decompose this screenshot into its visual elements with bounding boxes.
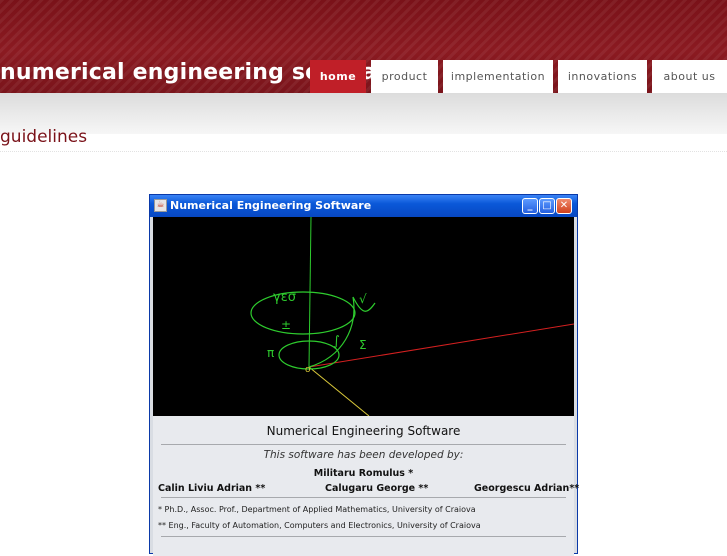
- yellow-axis-line: [308, 366, 370, 416]
- symbol-root: √: [359, 292, 367, 306]
- divider-2: [161, 497, 566, 498]
- window-titlebar: ☕ Numerical Engineering Software _ □ ✕: [150, 195, 577, 217]
- nav-implementation[interactable]: implementation: [443, 60, 553, 93]
- subheader-band: [0, 93, 727, 134]
- divider-3: [161, 536, 566, 537]
- spiral-curve: [308, 296, 376, 368]
- java-app-icon: ☕: [154, 199, 167, 212]
- graphics-canvas: γεσ √ ± ∫ Σ π o: [153, 217, 574, 416]
- symbol-integral: ∫: [333, 334, 340, 349]
- about-panel: Numerical Engineering Software This soft…: [153, 416, 579, 556]
- minimize-icon: _: [522, 198, 538, 214]
- symbol-sum: Σ: [359, 338, 367, 352]
- app-window-screenshot: ☕ Numerical Engineering Software _ □ ✕ γ…: [149, 194, 579, 556]
- window-title: Numerical Engineering Software: [170, 199, 372, 212]
- symbol-top: γεσ: [273, 290, 296, 305]
- symbol-origin: o: [305, 365, 311, 375]
- main-nav: home product implementation innovations …: [0, 60, 727, 93]
- footnote-1: * Ph.D., Assoc. Prof., Department of App…: [158, 505, 476, 514]
- maximize-icon: □: [539, 198, 555, 214]
- author-calin: Calin Liviu Adrian **: [158, 483, 266, 494]
- math-graphic: γεσ √ ± ∫ Σ π o: [250, 217, 574, 416]
- symbol-plusminus: ±: [281, 318, 291, 332]
- nav-home[interactable]: home: [310, 60, 366, 93]
- upper-ellipse: [250, 291, 356, 335]
- close-icon: ✕: [556, 198, 572, 214]
- section-title: guidelines: [0, 127, 88, 147]
- divider-1: [161, 444, 566, 445]
- symbol-pi: π: [267, 346, 274, 360]
- author-calugaru: Calugaru George **: [325, 483, 429, 494]
- nav-about-us[interactable]: about us: [652, 60, 727, 93]
- author-militaru: Militaru Romulus *: [313, 468, 414, 479]
- section-divider: [0, 151, 727, 152]
- nav-product[interactable]: product: [371, 60, 438, 93]
- red-axis-line: [308, 323, 574, 368]
- footnote-2: ** Eng., Faculty of Automation, Computer…: [158, 521, 481, 530]
- app-heading: Numerical Engineering Software: [266, 424, 461, 438]
- nav-innovations[interactable]: innovations: [558, 60, 647, 93]
- author-georgescu: Georgescu Adrian**: [474, 483, 580, 494]
- developed-by-text: This software has been developed by:: [263, 449, 464, 461]
